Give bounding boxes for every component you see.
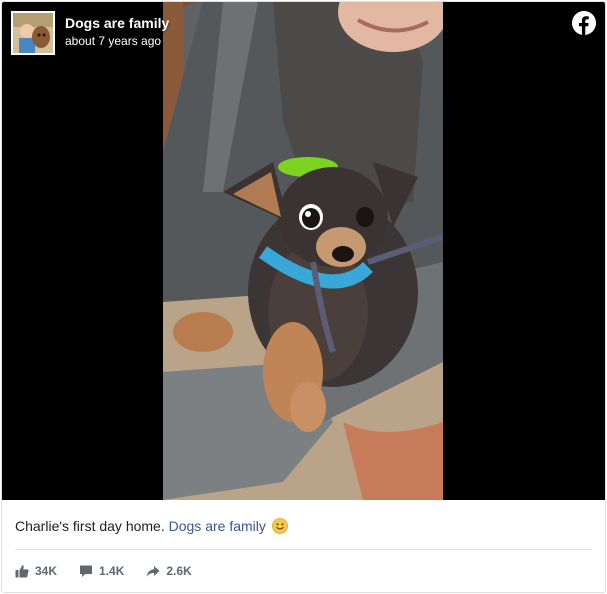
- page-name[interactable]: Dogs are family: [65, 15, 169, 31]
- shares-count: 2.6K: [166, 564, 192, 578]
- post-media[interactable]: Dogs are family about 7 years ago: [2, 2, 605, 500]
- post-header: Dogs are family about 7 years ago: [2, 2, 605, 58]
- post-caption: Charlie's first day home. Dogs are famil…: [15, 518, 288, 537]
- facebook-post-embed: Dogs are family about 7 years ago Charli…: [1, 1, 606, 593]
- avatar-image: [13, 13, 53, 53]
- shares-stat[interactable]: 2.6K: [146, 564, 192, 578]
- page-avatar[interactable]: [11, 11, 55, 55]
- engagement-bar: 34K 1.4K 2.6K: [15, 562, 214, 580]
- share-arrow-icon: [146, 566, 160, 577]
- likes-stat[interactable]: 34K: [15, 564, 57, 578]
- thumbs-up-icon: [15, 565, 29, 578]
- dog-photo[interactable]: [163, 2, 443, 500]
- caption-text: Charlie's first day home.: [15, 518, 165, 534]
- puppy-photo-illustration: [163, 2, 443, 500]
- caption-page-link[interactable]: Dogs are family: [169, 518, 266, 534]
- comments-stat[interactable]: 1.4K: [79, 564, 124, 578]
- facebook-logo-icon[interactable]: [572, 11, 596, 35]
- slightly-smiling-face-icon: [271, 518, 288, 537]
- likes-count: 34K: [35, 564, 58, 578]
- post-timestamp[interactable]: about 7 years ago: [65, 34, 161, 48]
- comment-bubble-icon: [80, 565, 93, 577]
- comments-count: 1.4K: [99, 564, 125, 578]
- footer-divider: [15, 549, 592, 550]
